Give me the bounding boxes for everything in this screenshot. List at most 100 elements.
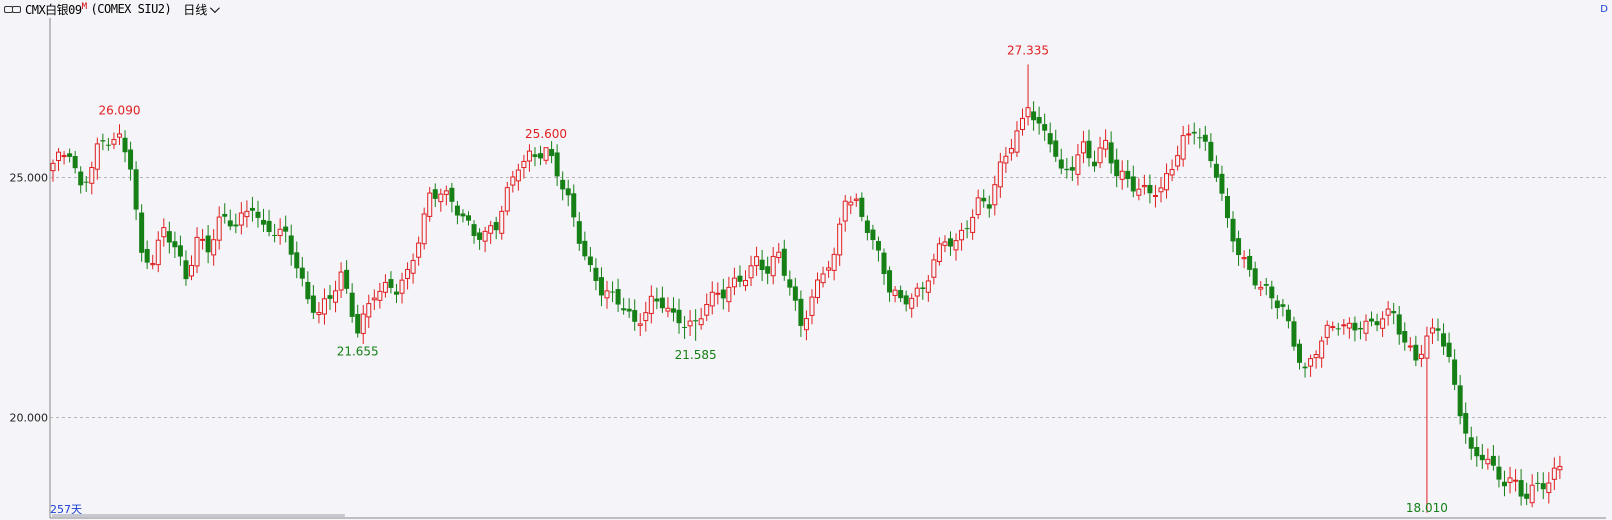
candle-body <box>393 291 399 295</box>
candle-body <box>1003 155 1009 164</box>
candle-body <box>532 154 538 157</box>
candle-body <box>1119 170 1125 180</box>
candle-body <box>1236 238 1242 256</box>
candle-body <box>621 308 627 311</box>
candle-body <box>133 169 139 210</box>
candle-body <box>521 160 527 169</box>
candle-body <box>526 150 532 162</box>
candle-body <box>1485 458 1491 465</box>
horizontal-scrollbar[interactable] <box>52 514 345 517</box>
candle-body <box>471 224 477 237</box>
candle-body <box>1036 117 1042 124</box>
candle-body <box>1457 385 1463 417</box>
candle-body <box>1186 133 1192 136</box>
candle-body <box>1513 479 1519 482</box>
candle-body <box>222 213 228 217</box>
candle-body <box>161 227 167 238</box>
candle-body <box>731 277 737 288</box>
candle-body <box>283 226 289 232</box>
candle-body <box>89 167 95 184</box>
candle-body <box>1058 159 1064 169</box>
candle-body <box>1042 124 1048 131</box>
candlestick-chart[interactable]: 25.000 20.000 26.090 21.655 25.600 21.585 27.3… <box>0 0 1612 520</box>
candle-body <box>1380 318 1386 329</box>
candle-body <box>355 314 361 334</box>
candle-body <box>427 192 433 217</box>
candle-body <box>1346 322 1352 329</box>
candle-body <box>238 212 244 226</box>
candle-body <box>770 255 776 277</box>
candle-body <box>1490 455 1496 466</box>
high-value-label: 26.090 <box>98 103 140 117</box>
candle-body <box>898 290 904 299</box>
candle-body <box>310 295 316 313</box>
candle-body <box>1197 137 1203 139</box>
candle-body <box>942 241 948 246</box>
candle-body <box>299 267 305 279</box>
candle-body <box>194 236 200 267</box>
candle-body <box>1080 141 1086 154</box>
candle-body <box>1551 467 1557 480</box>
candle-body <box>875 241 881 251</box>
candle-body <box>211 239 217 256</box>
candle-body <box>150 263 156 266</box>
candle-body <box>189 264 194 277</box>
candle-body <box>715 292 721 295</box>
candle-body <box>249 207 255 211</box>
candle-body <box>72 156 78 169</box>
candle-body <box>765 266 771 274</box>
y-tick-label: 20.000 <box>10 412 49 425</box>
candle-body <box>582 240 588 257</box>
candle-body <box>1263 284 1269 286</box>
candle-body <box>388 279 394 288</box>
candle-body <box>155 239 161 266</box>
candle-body <box>1136 188 1142 196</box>
candle-body <box>1103 139 1109 150</box>
candle-body <box>100 140 106 142</box>
candle-body <box>1230 218 1236 242</box>
candle-body <box>853 198 859 201</box>
candle-body <box>405 269 411 279</box>
candle-body <box>598 277 604 296</box>
candle-body <box>776 251 782 259</box>
candle-body <box>1053 140 1059 157</box>
candle-body <box>887 270 893 293</box>
candle-body <box>1341 324 1347 327</box>
candle-body <box>1308 358 1314 367</box>
candle-body <box>1463 413 1469 434</box>
candle-body <box>382 281 388 293</box>
candle-body <box>177 245 183 257</box>
candle-body <box>970 216 976 233</box>
candle-body <box>737 275 743 282</box>
candle-body <box>1546 482 1552 494</box>
candle-body <box>1407 345 1413 348</box>
candle-body <box>571 193 577 218</box>
candle-body <box>1507 477 1513 483</box>
candle-body <box>499 210 505 234</box>
candle-body <box>975 197 981 216</box>
candle-body <box>704 303 710 316</box>
candle-body <box>1501 481 1507 487</box>
candle-body <box>1441 333 1447 347</box>
candle-body <box>759 259 765 271</box>
candle-body <box>576 221 582 244</box>
candle-body <box>1557 466 1563 471</box>
candle-body <box>881 252 887 275</box>
candle-body <box>947 238 953 247</box>
candle-body <box>1258 286 1264 290</box>
candle-body <box>676 309 682 324</box>
candle-body <box>1452 359 1458 385</box>
candle-body <box>432 189 438 199</box>
candle-body <box>1125 170 1131 180</box>
candle-body <box>936 243 942 263</box>
candle-body <box>1285 309 1291 322</box>
candle-body <box>1202 134 1208 142</box>
candle-body <box>1175 155 1181 167</box>
candle-body <box>809 296 815 316</box>
candle-body <box>615 289 621 305</box>
candle-body <box>1330 326 1336 329</box>
candle-body <box>266 220 272 232</box>
candle-body <box>648 295 654 314</box>
candle-body <box>1385 308 1391 316</box>
low-value-label: 21.585 <box>675 348 717 362</box>
